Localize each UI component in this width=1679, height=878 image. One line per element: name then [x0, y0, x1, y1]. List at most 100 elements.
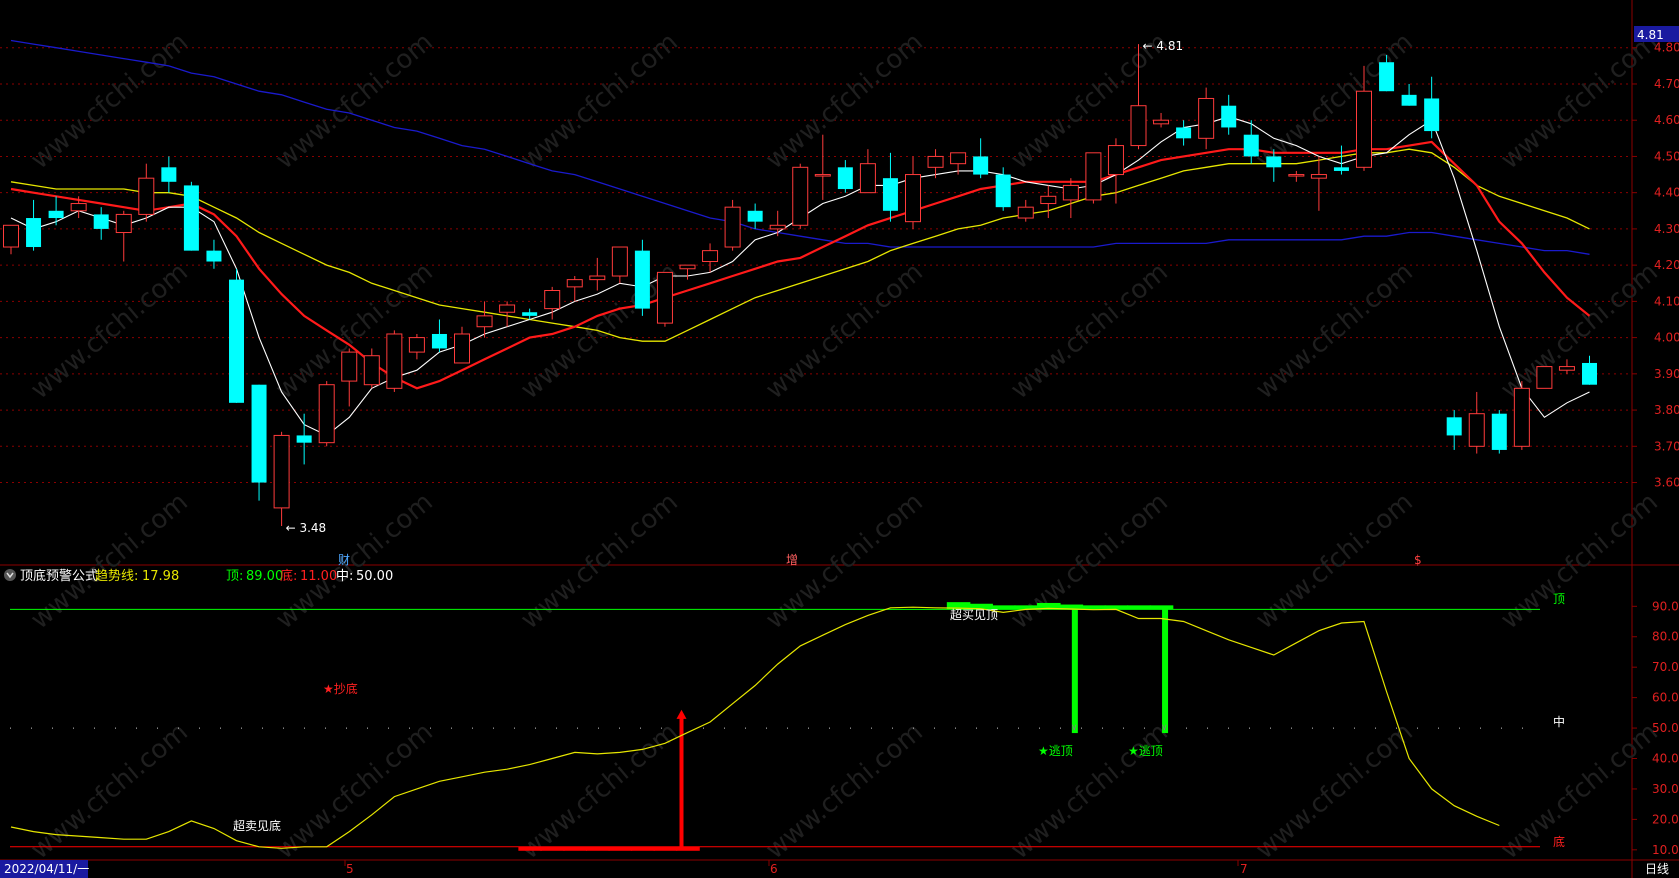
candle-body-down[interactable]	[747, 210, 763, 222]
event-marker-financial[interactable]: 财	[338, 553, 350, 567]
candle-body-up[interactable]	[1062, 184, 1079, 201]
event-marker-increase[interactable]: 增	[786, 553, 798, 567]
bottom-hist-bar	[653, 846, 678, 851]
candle-body-up[interactable]	[1130, 105, 1147, 147]
candle-body-down[interactable]	[1446, 417, 1462, 436]
candle-body-up[interactable]	[1017, 206, 1034, 219]
candle-body-down[interactable]	[1221, 105, 1237, 128]
current-price: 4.81	[1637, 28, 1664, 42]
top-hist-bar	[1149, 605, 1174, 610]
candle-body-down[interactable]	[48, 210, 64, 219]
candle-body-up[interactable]	[814, 174, 831, 177]
candle-body-up[interactable]	[1310, 174, 1327, 179]
sell-signal-tick: ∨	[1161, 723, 1168, 733]
candle-body-up[interactable]	[1040, 195, 1057, 205]
indicator-tick-label: 60.00	[1652, 691, 1679, 705]
candle-body-down[interactable]	[995, 174, 1011, 208]
stock-chart[interactable]: www.cfchi.com www.cfchi.com www.cfchi.com w…	[0, 0, 1679, 878]
candle-body-up[interactable]	[792, 166, 809, 226]
candle-body-down[interactable]	[882, 178, 898, 211]
candle-body-up[interactable]	[115, 213, 132, 234]
candle-body-up[interactable]	[1085, 152, 1102, 201]
candle-body-up[interactable]	[454, 333, 470, 364]
candle-body-down[interactable]	[1424, 98, 1440, 132]
candle-body-down[interactable]	[1266, 156, 1282, 168]
price-tick-label: 4.70	[1654, 77, 1679, 91]
candle-body-down[interactable]	[206, 250, 222, 262]
candle-body-up[interactable]	[611, 246, 628, 277]
candle-body-down[interactable]	[431, 333, 447, 349]
candle-body-down[interactable]	[1491, 413, 1507, 450]
oversold-annotation: 超卖见底	[233, 818, 281, 833]
price-tick-label: 3.60	[1654, 476, 1679, 490]
candle-body-up[interactable]	[589, 275, 606, 281]
candle-body-up[interactable]	[679, 264, 696, 270]
candle-body-up[interactable]	[70, 203, 87, 212]
candle-body-down[interactable]	[161, 167, 177, 182]
candle-body-down[interactable]	[229, 279, 244, 403]
candle-body-up[interactable]	[702, 250, 719, 263]
candle-body-up[interactable]	[1558, 366, 1575, 371]
candle-body-down[interactable]	[26, 218, 42, 248]
price-tick-label: 4.50	[1654, 149, 1679, 163]
sell-signal-annotation-1: ★逃顶	[1038, 744, 1073, 758]
candle-body-up[interactable]	[386, 333, 403, 389]
candle-body-down[interactable]	[973, 156, 989, 175]
candle-body-down[interactable]	[1401, 94, 1417, 106]
candle-body-up[interactable]	[363, 355, 380, 386]
candle-body-up[interactable]	[566, 279, 583, 288]
indicator-menu-icon[interactable]	[4, 569, 16, 581]
candle-body-up[interactable]	[656, 271, 673, 324]
candle-body-up[interactable]	[1153, 119, 1170, 125]
candle-body-up[interactable]	[1288, 174, 1305, 177]
indicator-name[interactable]: 顶底预警公式	[20, 568, 98, 584]
candle-body-up[interactable]	[905, 174, 921, 223]
sell-signal-bar[interactable]	[1071, 609, 1078, 734]
candle-body-down[interactable]	[1582, 362, 1597, 385]
candle-body-up[interactable]	[3, 224, 19, 248]
candle-body-down[interactable]	[1243, 134, 1259, 157]
candle-body-up[interactable]	[1536, 366, 1553, 389]
bottom-hist-bar	[586, 846, 610, 851]
candle-body-down[interactable]	[1379, 62, 1395, 92]
candle-body-up[interactable]	[1107, 145, 1124, 176]
candle-body-up[interactable]	[927, 155, 944, 168]
candle-body-up[interactable]	[724, 206, 741, 248]
bottom-hist-bar	[608, 846, 633, 851]
candle-body-up[interactable]	[273, 434, 290, 509]
candle-body-down[interactable]	[522, 312, 538, 316]
indicator-tick-label: 50.00	[1652, 721, 1679, 735]
candle-body-up[interactable]	[769, 224, 786, 230]
candle-body-down[interactable]	[251, 384, 267, 483]
candle-body-up[interactable]	[1513, 387, 1530, 447]
candle-body-up[interactable]	[859, 163, 876, 194]
month-label-6: 6	[770, 862, 778, 876]
event-marker-dividend[interactable]: $	[1414, 553, 1422, 567]
candle-body-up[interactable]	[544, 290, 561, 310]
candle-body-down[interactable]	[183, 185, 199, 251]
top-hist-bar	[1082, 605, 1106, 610]
candle-body-up[interactable]	[138, 177, 155, 215]
candle-body-down[interactable]	[634, 250, 650, 309]
candle-body-down[interactable]	[93, 214, 109, 229]
candle-body-down[interactable]	[837, 167, 853, 190]
price-tick-label: 4.10	[1654, 294, 1679, 308]
candle-body-up[interactable]	[1198, 97, 1215, 139]
candle-body-up[interactable]	[341, 351, 358, 382]
candle-body-up[interactable]	[499, 304, 516, 313]
candle-body-down[interactable]	[1176, 127, 1192, 139]
price-tick-label: 4.30	[1654, 222, 1679, 236]
month-label-7: 7	[1240, 862, 1248, 876]
candle-body-up[interactable]	[408, 337, 425, 353]
candle-body-up[interactable]	[1468, 413, 1485, 447]
sell-signal-bar[interactable]	[1162, 609, 1169, 734]
candle-body-up[interactable]	[950, 152, 967, 165]
candle-body-up[interactable]	[318, 384, 335, 444]
candle-body-up[interactable]	[476, 315, 493, 328]
bottom-line-tag: 底	[1553, 834, 1565, 849]
candle-body-up[interactable]	[1356, 90, 1372, 168]
candle-body-down[interactable]	[1333, 167, 1349, 171]
candle-body-down[interactable]	[296, 435, 312, 443]
period-label[interactable]: 日线	[1645, 862, 1669, 876]
mid-line-tag: 中	[1553, 714, 1565, 729]
